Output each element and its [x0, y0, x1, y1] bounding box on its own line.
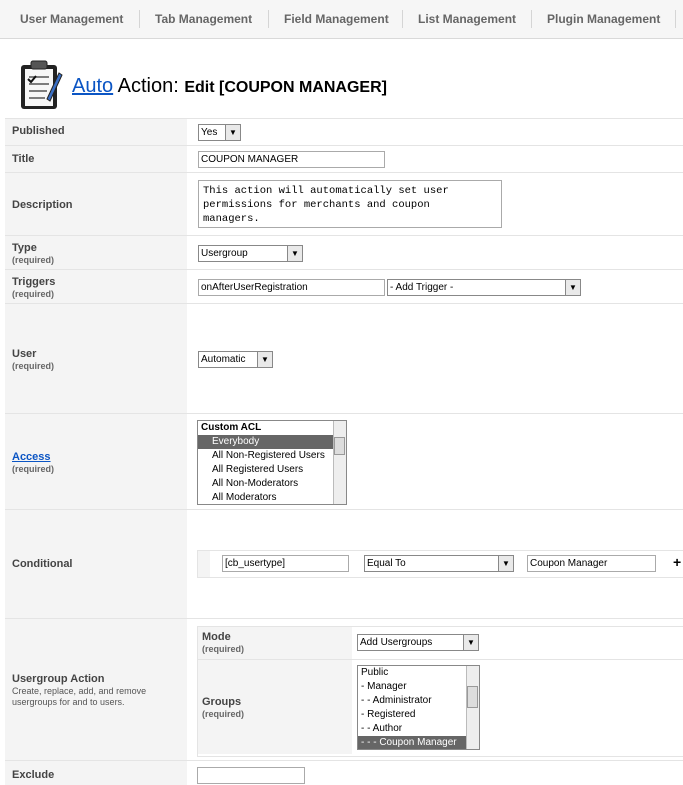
access-listbox[interactable]: Custom ACL Everybody All Non-Registered … — [197, 420, 347, 505]
tab-divider — [531, 10, 532, 28]
tab-divider — [139, 10, 140, 28]
list-option: Custom ACL — [201, 422, 262, 433]
list-option-selected[interactable]: Everybody — [198, 435, 346, 449]
mode-label: Mode — [202, 631, 231, 643]
list-option[interactable]: - Registered — [358, 708, 479, 722]
published-select[interactable]: Yes ▼ — [198, 124, 241, 141]
add-condition-icon[interactable]: + — [673, 554, 681, 570]
chevron-down-icon: ▼ — [257, 352, 272, 367]
page-title: Auto Action: Edit [COUPON MANAGER] — [72, 75, 387, 97]
row-user: User (required) Automatic ▼ — [5, 303, 683, 414]
row-access: Access (required) Custom ACL Everybody A… — [5, 413, 683, 510]
description-label: Description — [12, 199, 73, 211]
user-select[interactable]: Automatic ▼ — [198, 351, 273, 368]
row-title: Title COUPON MANAGER — [5, 145, 683, 173]
list-option[interactable]: - - Author — [358, 722, 479, 736]
top-navigation: User Management Tab Management Field Man… — [0, 0, 683, 39]
exclude-label: Exclude — [12, 769, 55, 781]
condition-field-input[interactable]: [cb_usertype] — [222, 555, 349, 572]
tab-plugin-management[interactable]: Plugin Management — [547, 12, 660, 26]
chevron-down-icon: ▼ — [287, 246, 302, 261]
list-option[interactable]: Public — [358, 666, 479, 680]
chevron-down-icon: ▼ — [463, 635, 478, 650]
row-conditional: Conditional [cb_usertype] Equal To ▼ Cou… — [5, 509, 683, 619]
title-input[interactable]: COUPON MANAGER — [198, 151, 385, 168]
user-label: User — [12, 348, 37, 360]
row-exclude: Exclude — [5, 760, 683, 785]
exclude-input[interactable] — [197, 767, 305, 784]
condition-value-input[interactable]: Coupon Manager — [527, 555, 656, 572]
usergroup-action-label: Usergroup Action — [12, 673, 105, 685]
list-option-selected[interactable]: - - - Coupon Manager — [358, 736, 479, 749]
auto-link[interactable]: Auto — [72, 75, 113, 97]
row-triggers: Triggers (required) onAfterUserRegistrat… — [5, 269, 683, 304]
clipboard-icon — [17, 59, 63, 111]
scrollbar[interactable] — [466, 666, 479, 749]
chevron-down-icon: ▼ — [225, 125, 240, 140]
mode-select[interactable]: Add Usergroups ▼ — [357, 634, 479, 651]
groups-listbox[interactable]: Public - Manager - - Administrator - Reg… — [357, 665, 480, 750]
tab-divider — [675, 10, 676, 28]
type-select[interactable]: Usergroup ▼ — [198, 245, 303, 262]
condition-operator-select[interactable]: Equal To ▼ — [364, 555, 514, 572]
tab-user-management[interactable]: User Management — [20, 12, 123, 26]
conditional-label: Conditional — [12, 558, 73, 570]
published-label: Published — [12, 125, 65, 137]
tab-tab-management[interactable]: Tab Management — [155, 12, 252, 26]
tab-divider — [268, 10, 269, 28]
title-label: Title — [12, 153, 35, 165]
tab-list-management[interactable]: List Management — [418, 12, 516, 26]
list-option[interactable]: - - Administrator — [358, 694, 479, 708]
triggers-label: Triggers — [12, 276, 56, 288]
chevron-down-icon: ▼ — [565, 280, 580, 295]
type-label: Type — [12, 242, 37, 254]
row-usergroup-action: Usergroup Action Create, replace, add, a… — [5, 618, 683, 761]
scrollbar[interactable] — [333, 421, 346, 504]
row-description: Description This action will automatical… — [5, 172, 683, 236]
usergroup-action-description: Create, replace, add, and remove usergro… — [12, 686, 147, 707]
page-header: Auto Action: Edit [COUPON MANAGER] — [0, 53, 683, 117]
groups-label: Groups — [202, 696, 242, 708]
chevron-down-icon: ▼ — [498, 556, 513, 571]
list-option[interactable]: All Moderators — [198, 491, 346, 504]
list-option[interactable]: All Non-Registered Users — [198, 449, 346, 463]
add-trigger-select[interactable]: - Add Trigger - ▼ — [387, 279, 581, 296]
list-option[interactable]: All Registered Users — [198, 463, 346, 477]
row-type: Type (required) Usergroup ▼ — [5, 235, 683, 270]
tab-divider — [402, 10, 403, 28]
access-label-link[interactable]: Access — [12, 451, 51, 463]
list-option[interactable]: - Manager — [358, 680, 479, 694]
triggers-input[interactable]: onAfterUserRegistration — [198, 279, 385, 296]
tab-field-management[interactable]: Field Management — [284, 12, 389, 26]
list-option[interactable]: All Non-Moderators — [198, 477, 346, 491]
description-textarea[interactable]: This action will automatically set user … — [198, 180, 502, 228]
row-published: Published Yes ▼ — [5, 118, 683, 146]
